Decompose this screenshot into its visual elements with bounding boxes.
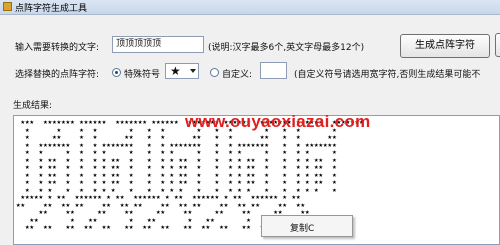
symbol-select[interactable]: ★: [165, 63, 199, 79]
text-input[interactable]: 顶顶顶顶顶: [112, 36, 204, 53]
special-symbol-radio[interactable]: [112, 68, 121, 77]
custom-symbol-input[interactable]: [260, 62, 287, 79]
input-note: (说明:汉字最多6个,英文字母最多12个): [208, 43, 365, 53]
input-label: 输入需要转换的文字:: [15, 43, 100, 53]
chevron-down-icon: [190, 69, 196, 73]
symbol-value: ★: [170, 64, 181, 78]
result-label: 生成结果:: [13, 101, 53, 111]
app-icon: [3, 2, 12, 11]
custom-symbol-radio[interactable]: [210, 68, 219, 77]
result-textarea[interactable]: ★★★ ★★★★★★★ ★★★★★★ ★★★★★★★ ★★★★★★ ★★★★★★…: [13, 115, 500, 245]
char-label: 选择替换的点阵字符:: [15, 70, 100, 80]
secondary-button[interactable]: [495, 33, 500, 57]
custom-label: 自定义:: [222, 70, 253, 80]
menu-item-copy[interactable]: 复制C: [290, 221, 314, 234]
watermark: www.ouyaoxiazai.com: [185, 112, 371, 131]
custom-note: (自定义符号请选用宽字符,否则生成结果可能不: [294, 70, 481, 80]
window-title: 点阵字符生成工具: [15, 4, 88, 14]
special-symbol-label: 特殊符号: [124, 70, 161, 80]
context-menu: 复制C: [261, 215, 353, 237]
generate-button[interactable]: 生成点阵字符: [400, 34, 490, 58]
title-bar: 点阵字符生成工具: [0, 0, 500, 15]
dot-matrix-output: ★★★ ★★★★★★★ ★★★★★★ ★★★★★★★ ★★★★★★ ★★★★★★…: [16, 117, 364, 231]
